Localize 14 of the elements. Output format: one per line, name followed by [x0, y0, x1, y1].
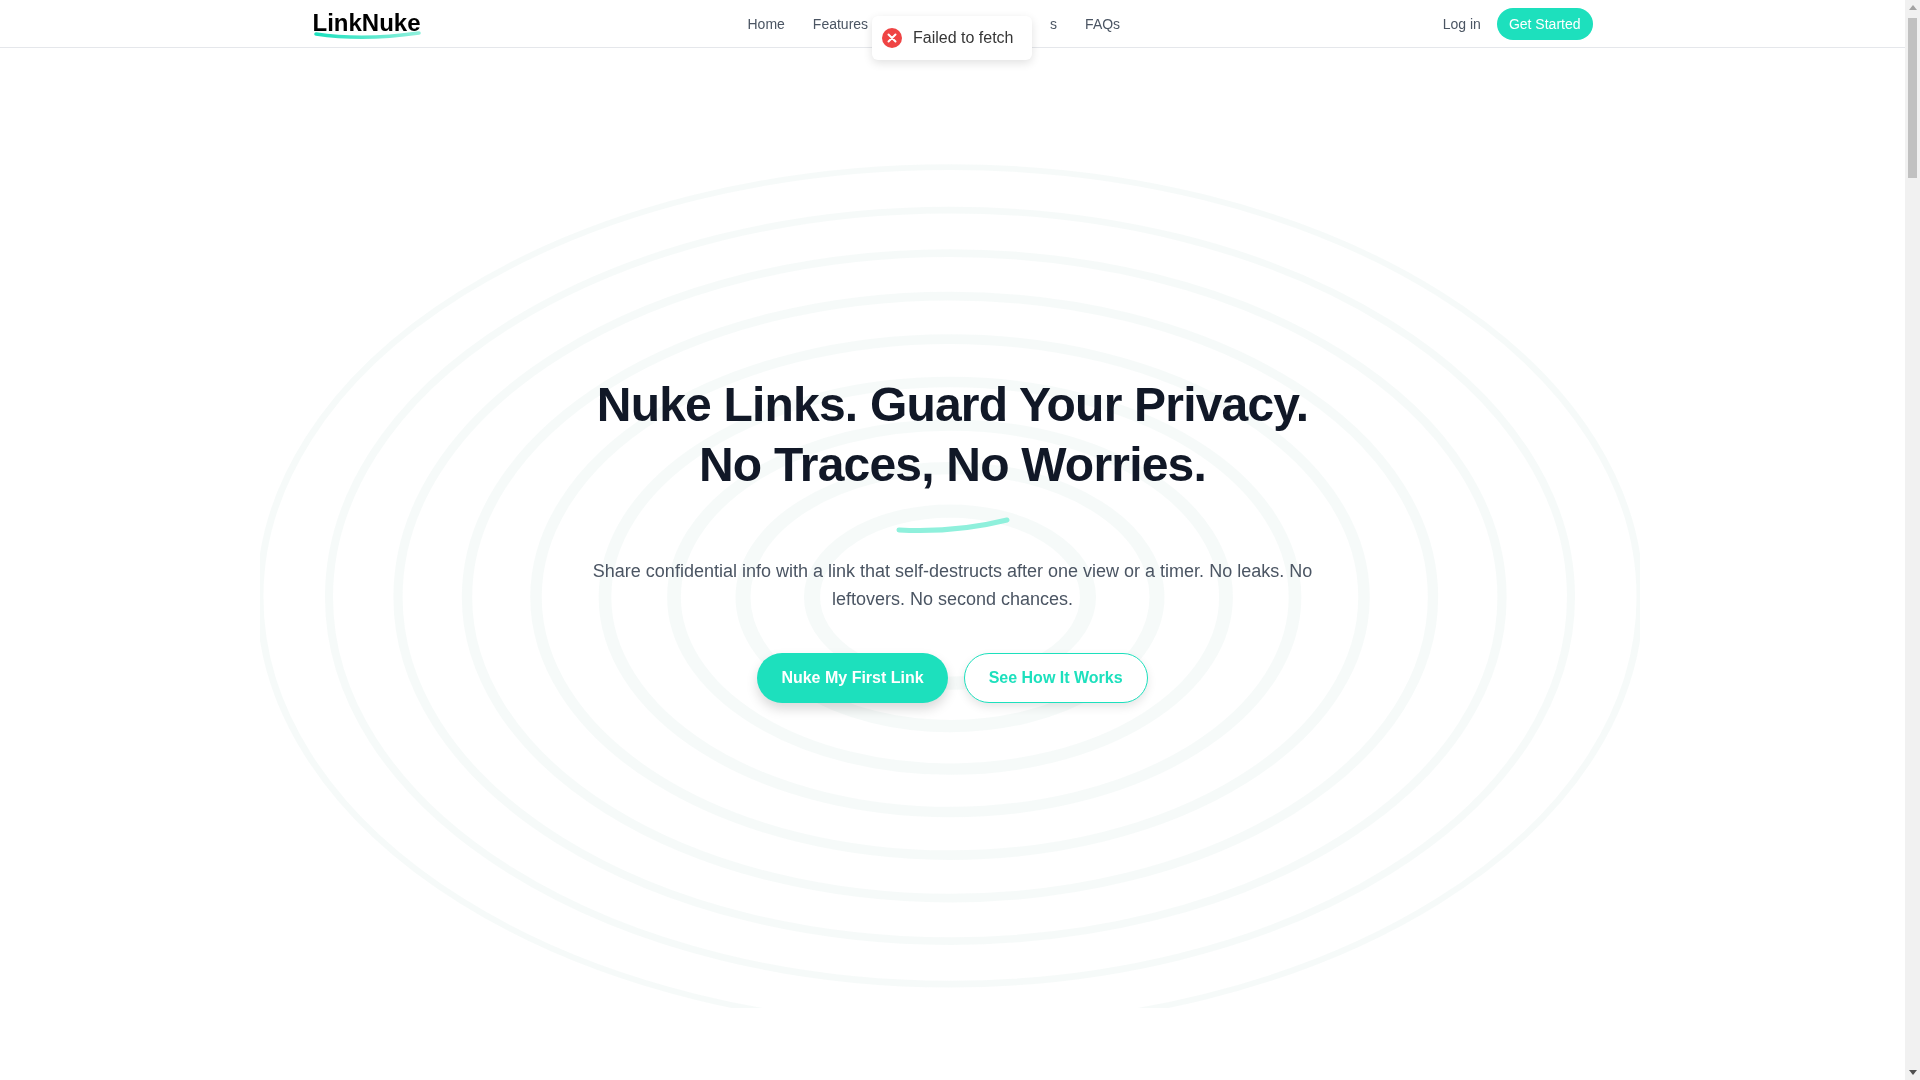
error-icon: [882, 28, 902, 48]
nav-link[interactable]: s: [1050, 15, 1058, 32]
nav-link[interactable]: Home: [747, 15, 785, 32]
swoosh-icon: [894, 515, 1011, 535]
nav-link[interactable]: FAQs: [1085, 15, 1121, 32]
login-link[interactable]: Log in: [1442, 15, 1481, 32]
toast-message: Failed to fetch: [913, 29, 1014, 47]
scrollbar[interactable]: [1905, 0, 1920, 1080]
hero-title: No Traces, No Worries.: [699, 437, 1206, 493]
logo-swoosh-icon: [312, 30, 423, 40]
hero-title: Nuke Links. Guard Your Privacy.: [596, 377, 1309, 433]
nav-link[interactable]: Features: [812, 15, 869, 32]
hero-subtitle: Share confidential info with a link that self-destructs after one view or a timer. No leaks. No leftovers. No second chances.: [591, 560, 1314, 611]
logo[interactable]: LinkNuke: [312, 9, 513, 37]
